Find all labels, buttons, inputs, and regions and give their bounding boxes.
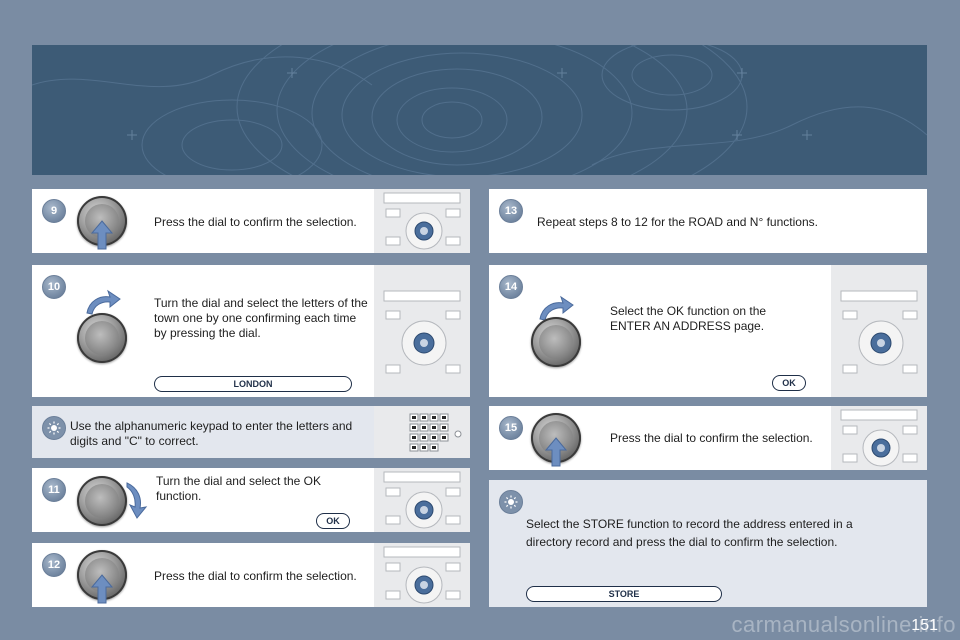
step-number-badge: 14 [499, 275, 523, 299]
step-14-panel: 14 Select the OK function on the ENTER A… [489, 265, 927, 397]
tip-keypad-panel: Use the alphanumeric keypad to enter the… [32, 406, 470, 458]
lightbulb-icon [499, 490, 523, 514]
step-number-badge: 9 [42, 199, 66, 223]
step-12-text: Press the dial to confirm the selection. [154, 569, 357, 583]
step-13-text: Repeat steps 8 to 12 for the ROAD and N°… [537, 215, 818, 229]
step-12-panel: 12 Press the dial to confirm the selecti… [32, 543, 470, 607]
header-banner [32, 45, 927, 175]
control-dial-icon [531, 317, 581, 367]
step-9-panel: 9 Press the dial to confirm the selectio… [32, 189, 470, 253]
control-dial-icon [77, 313, 127, 363]
arrow-up-icon [544, 437, 568, 467]
step-15-text: Press the dial to confirm the selection. [610, 431, 813, 445]
radio-console-icon [831, 265, 927, 397]
step-14-text: Select the OK function on the ENTER AN A… [610, 304, 767, 333]
ok-tag: OK [772, 375, 806, 391]
arrow-up-icon [90, 220, 114, 250]
lightbulb-icon [42, 416, 66, 440]
radio-console-icon [374, 543, 470, 607]
radio-console-icon [374, 189, 470, 253]
radio-console-icon [374, 468, 470, 532]
contour-map-graphic [32, 45, 927, 175]
radio-console-icon [374, 265, 470, 397]
step-number-badge: 11 [42, 478, 66, 502]
curved-arrow-icon [86, 289, 121, 315]
step-15-panel: 15 Press the dial to confirm the selecti… [489, 406, 927, 470]
step-13-panel: 13 Repeat steps 8 to 12 for the ROAD and… [489, 189, 927, 253]
curved-arrow-icon [126, 482, 148, 519]
control-dial-icon [77, 476, 127, 526]
watermark: carmanualsonline.info [731, 612, 956, 637]
radio-console-icon [831, 406, 927, 470]
step-number-badge: 12 [42, 553, 66, 577]
store-tag: STORE [526, 586, 722, 602]
keypad-icon [374, 406, 470, 458]
step-number-badge: 15 [499, 416, 523, 440]
ok-tag: OK [316, 513, 350, 529]
step-number-badge: 13 [499, 199, 523, 223]
tip-store-panel: Select the STORE function to record the … [489, 480, 927, 607]
step-10-text: Turn the dial and select the letters of … [154, 296, 368, 340]
tip-store-text: Select the STORE function to record the … [526, 517, 853, 549]
step-9-text: Press the dial to confirm the selection. [154, 215, 357, 229]
tip-keypad-text: Use the alphanumeric keypad to enter the… [70, 419, 353, 448]
arrow-up-icon [90, 574, 114, 604]
step-11-panel: 11 Turn the dial and select the OK funct… [32, 468, 470, 532]
step-10-panel: 10 Turn the dial and select the letters … [32, 265, 470, 397]
step-11-text: Turn the dial and select the OK function… [156, 474, 321, 503]
step-number-badge: 10 [42, 275, 66, 299]
london-tag: LONDON [154, 376, 352, 392]
